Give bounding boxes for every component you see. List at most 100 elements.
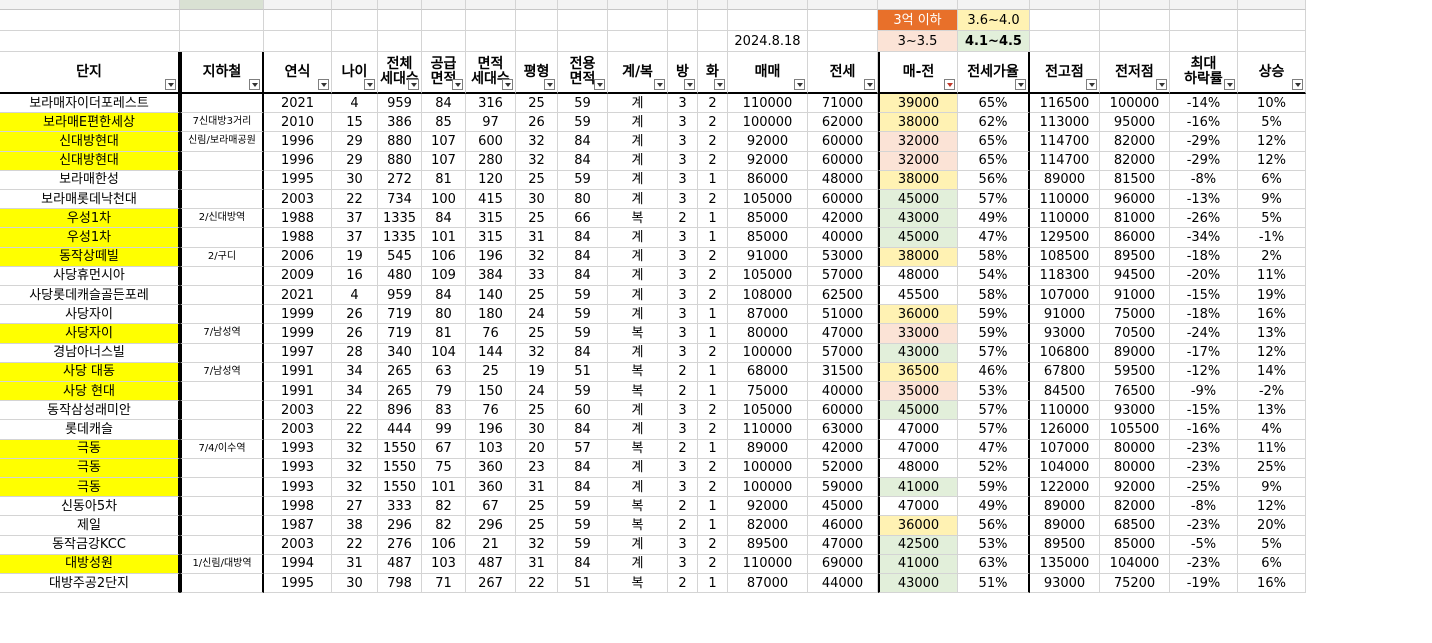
data-cell[interactable]: -5%	[1170, 535, 1238, 555]
data-cell[interactable]: 59000	[808, 478, 878, 498]
data-cell[interactable]: 109	[422, 266, 466, 286]
data-cell[interactable]: 59	[558, 113, 608, 133]
data-cell[interactable]: 계	[608, 535, 668, 555]
data-cell[interactable]: 1550	[378, 458, 422, 478]
data-cell[interactable]: 32000	[878, 132, 958, 152]
data-cell[interactable]: 30	[332, 574, 378, 594]
data-cell[interactable]: 45000	[878, 190, 958, 210]
column-header-8[interactable]: 전용 면적	[558, 52, 608, 94]
data-cell[interactable]: 85000	[728, 209, 808, 229]
data-cell[interactable]: 2003	[264, 401, 332, 421]
data-cell[interactable]: 959	[378, 286, 422, 306]
data-cell[interactable]: 43000	[878, 343, 958, 363]
data-cell[interactable]: 360	[466, 458, 516, 478]
data-cell[interactable]: 1988	[264, 209, 332, 229]
data-cell[interactable]: 96000	[1100, 190, 1170, 210]
complex-name-cell[interactable]: 보라매한성	[0, 170, 180, 190]
column-header[interactable]	[958, 0, 1030, 10]
data-cell[interactable]: -16%	[1170, 113, 1238, 133]
column-header[interactable]	[422, 0, 466, 10]
data-cell[interactable]: 57%	[958, 190, 1030, 210]
column-header-1[interactable]: 지하철	[180, 52, 264, 94]
data-cell[interactable]: 1999	[264, 324, 332, 344]
data-cell[interactable]: 105500	[1100, 420, 1170, 440]
data-cell[interactable]: 880	[378, 132, 422, 152]
data-cell[interactable]: 21	[466, 535, 516, 555]
data-cell[interactable]: 82000	[1100, 132, 1170, 152]
cell-empty[interactable]	[0, 31, 180, 52]
data-cell[interactable]: 32	[516, 247, 558, 267]
data-cell[interactable]: 1999	[264, 305, 332, 325]
filter-dropdown-icon[interactable]	[944, 79, 955, 90]
data-cell[interactable]: -34%	[1170, 228, 1238, 248]
filter-dropdown-icon[interactable]	[165, 79, 176, 90]
data-cell[interactable]: 12%	[1238, 132, 1306, 152]
data-cell[interactable]: 16%	[1238, 305, 1306, 325]
data-cell[interactable]: 36000	[878, 516, 958, 536]
subway-cell[interactable]: 1/신림/대방역	[180, 554, 264, 574]
data-cell[interactable]: 5%	[1238, 209, 1306, 229]
column-header-11[interactable]: 화	[698, 52, 728, 94]
data-cell[interactable]: 53000	[808, 247, 878, 267]
column-header[interactable]	[1030, 0, 1100, 10]
data-cell[interactable]: 3	[668, 343, 698, 363]
data-cell[interactable]: 32000	[878, 151, 958, 171]
data-cell[interactable]: 103	[466, 439, 516, 459]
data-cell[interactable]: 2	[698, 535, 728, 555]
data-cell[interactable]: 46000	[808, 516, 878, 536]
data-cell[interactable]: 59	[558, 170, 608, 190]
legend-36-40[interactable]: 3.6~4.0	[958, 10, 1030, 31]
data-cell[interactable]: 1	[698, 497, 728, 517]
data-cell[interactable]: 196	[466, 247, 516, 267]
data-cell[interactable]: 3	[668, 190, 698, 210]
filter-dropdown-icon[interactable]	[249, 79, 260, 90]
data-cell[interactable]: 3	[668, 170, 698, 190]
data-cell[interactable]: 28	[332, 343, 378, 363]
data-cell[interactable]: 12%	[1238, 151, 1306, 171]
data-cell[interactable]: 340	[378, 343, 422, 363]
data-cell[interactable]: 2	[698, 94, 728, 114]
data-cell[interactable]: 444	[378, 420, 422, 440]
data-cell[interactable]: 70500	[1100, 324, 1170, 344]
data-cell[interactable]: 51	[558, 362, 608, 382]
data-cell[interactable]: 42000	[808, 209, 878, 229]
column-header-3[interactable]: 나이	[332, 52, 378, 94]
data-cell[interactable]: 1996	[264, 151, 332, 171]
data-cell[interactable]: 100000	[1100, 94, 1170, 114]
data-cell[interactable]: 84	[558, 228, 608, 248]
data-cell[interactable]: 32	[332, 439, 378, 459]
data-cell[interactable]: 12%	[1238, 343, 1306, 363]
data-cell[interactable]: 45000	[878, 228, 958, 248]
column-header[interactable]	[516, 0, 558, 10]
data-cell[interactable]: 52000	[808, 458, 878, 478]
data-cell[interactable]: 82000	[728, 516, 808, 536]
data-cell[interactable]: 959	[378, 94, 422, 114]
data-cell[interactable]: 126000	[1030, 420, 1100, 440]
data-cell[interactable]: 27	[332, 497, 378, 517]
cell-empty[interactable]	[1030, 31, 1100, 52]
complex-name-cell[interactable]: 사당자이	[0, 305, 180, 325]
data-cell[interactable]: 105000	[728, 190, 808, 210]
complex-name-cell[interactable]: 우성1차	[0, 209, 180, 229]
data-cell[interactable]: 106	[422, 247, 466, 267]
data-cell[interactable]: 81	[422, 324, 466, 344]
filter-dropdown-icon[interactable]	[408, 79, 419, 90]
complex-name-cell[interactable]: 신동아5차	[0, 497, 180, 517]
complex-name-cell[interactable]: 신대방현대	[0, 151, 180, 171]
data-cell[interactable]: 104000	[1100, 554, 1170, 574]
data-cell[interactable]: 3	[668, 305, 698, 325]
data-cell[interactable]: 3	[668, 151, 698, 171]
column-header[interactable]	[466, 0, 516, 10]
data-cell[interactable]: 2	[668, 497, 698, 517]
data-cell[interactable]: -29%	[1170, 132, 1238, 152]
data-cell[interactable]: 719	[378, 324, 422, 344]
data-cell[interactable]: -13%	[1170, 190, 1238, 210]
data-cell[interactable]: 1	[698, 305, 728, 325]
cell-empty[interactable]	[808, 10, 878, 31]
cell-empty[interactable]	[422, 31, 466, 52]
data-cell[interactable]: 계	[608, 343, 668, 363]
filter-dropdown-icon[interactable]	[594, 79, 605, 90]
data-cell[interactable]: 84	[558, 478, 608, 498]
data-cell[interactable]: 13%	[1238, 324, 1306, 344]
data-cell[interactable]: 5%	[1238, 113, 1306, 133]
